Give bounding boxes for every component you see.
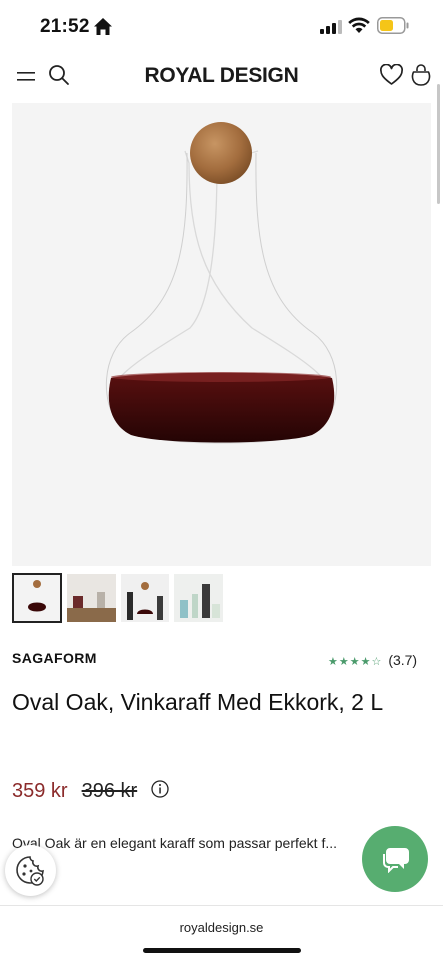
thumbnail-2[interactable] <box>67 574 116 622</box>
rating-stars: ★★★★☆ <box>328 656 383 668</box>
cookie-settings-button[interactable] <box>5 845 56 896</box>
browser-domain[interactable]: royaldesign.se <box>0 920 443 935</box>
thumbnail-3[interactable] <box>121 574 169 622</box>
browser-address-bar[interactable]: royaldesign.se <box>0 905 443 961</box>
chat-icon <box>383 848 409 873</box>
thumbnail-4[interactable] <box>174 574 223 622</box>
heart-icon[interactable] <box>380 64 403 86</box>
site-logo[interactable]: ROYAL DESIGN <box>120 64 323 88</box>
page-scrollbar[interactable] <box>437 84 440 204</box>
search-icon[interactable] <box>48 64 70 86</box>
shopping-bag-icon[interactable] <box>410 63 432 87</box>
thumbnail-1[interactable] <box>12 573 62 623</box>
home-indicator[interactable] <box>143 948 301 953</box>
home-icon <box>94 18 112 35</box>
chat-button[interactable] <box>362 826 428 892</box>
decanter-illustration <box>105 122 338 444</box>
price-row: 359 kr 396 kr <box>12 780 169 808</box>
price-original: 396 kr <box>81 780 138 802</box>
product-brand[interactable]: SAGAFORM <box>12 650 97 666</box>
rating-value: (3.7) <box>388 652 418 668</box>
site-header: ROYAL DESIGN <box>0 52 443 102</box>
product-description: Oval Oak är en elegant karaff som passar… <box>12 835 338 877</box>
product-main-image[interactable] <box>12 103 431 566</box>
battery-icon <box>377 17 409 34</box>
price-current: 359 kr <box>12 780 68 802</box>
wifi-icon <box>348 17 370 33</box>
status-time: 21:52 <box>40 16 90 37</box>
product-title: Oval Oak, Vinkaraff Med Ekkork, 2 L <box>12 689 384 715</box>
hamburger-menu-icon[interactable] <box>16 68 36 86</box>
status-bar: 21:52 <box>0 0 443 52</box>
cookie-icon <box>16 856 44 886</box>
cellular-signal-icon <box>320 20 342 34</box>
product-rating[interactable]: ★★★★☆ (3.7) <box>328 652 417 672</box>
info-icon[interactable] <box>151 780 169 798</box>
